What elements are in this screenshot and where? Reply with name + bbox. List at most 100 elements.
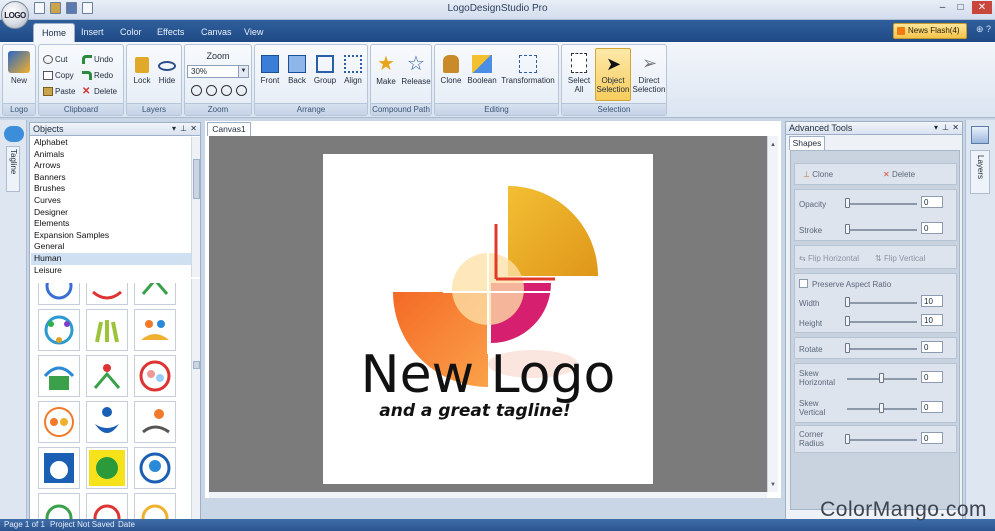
tab-canvas[interactable]: Canvas (193, 23, 240, 42)
tab-view[interactable]: View (236, 23, 271, 42)
human-thumbnail-8[interactable] (86, 355, 128, 397)
maximize-icon[interactable]: □ (953, 1, 968, 14)
stroke-field[interactable]: 0 (921, 222, 943, 234)
close-icon[interactable]: ✕ (972, 1, 992, 14)
scroll-down-icon[interactable]: ▼ (770, 482, 776, 488)
close-icon[interactable]: ✕ (952, 122, 959, 134)
objects-category-list[interactable]: Alphabet Animals Arrows Banners Brushes … (31, 137, 191, 278)
paste-button[interactable]: Paste (43, 85, 75, 98)
clone-shape-button[interactable]: ⊥ Clone (803, 170, 833, 179)
boolean-button[interactable]: Boolean (466, 51, 498, 85)
human-thumbnail-14[interactable] (86, 447, 128, 489)
tab-color[interactable]: Color (112, 23, 150, 42)
help-icon[interactable]: ⊕ ? (976, 24, 991, 35)
rotate-field[interactable]: 0 (921, 341, 943, 353)
human-thumbnail-6[interactable] (134, 309, 176, 351)
human-thumbnail-11[interactable] (86, 401, 128, 443)
logo-artwork[interactable]: New Logo and a great tagline! (323, 154, 653, 484)
list-item[interactable]: Expansion Samples (31, 230, 191, 242)
list-item[interactable]: Animals (31, 149, 191, 161)
save-icon[interactable] (66, 2, 77, 14)
flip-horizontal-button[interactable]: ⇆ Flip Horizontal (799, 254, 859, 263)
list-item[interactable]: Elements (31, 218, 191, 230)
human-thumbnail-18[interactable] (134, 493, 176, 519)
skew-vertical-field[interactable]: 0 (921, 401, 943, 413)
list-item[interactable]: Brushes (31, 183, 191, 195)
corner-radius-field[interactable]: 0 (921, 432, 943, 444)
canvas-vertical-scrollbar[interactable]: ▲ ▼ (767, 136, 778, 492)
redo-button[interactable]: Redo (82, 69, 113, 82)
flip-vertical-button[interactable]: ⇅ Flip Vertical (875, 254, 925, 263)
delete-button[interactable]: ✕ Delete (82, 85, 117, 98)
preserve-aspect-checkbox[interactable] (799, 279, 808, 288)
dropdown-icon[interactable]: ▾ (934, 122, 938, 134)
clone-button[interactable]: Clone (437, 51, 465, 85)
human-thumbnail-12[interactable] (134, 401, 176, 443)
rotate-slider[interactable] (847, 348, 917, 350)
scrollbar-thumb[interactable] (193, 159, 200, 199)
front-button[interactable]: Front (257, 51, 283, 85)
lock-button[interactable]: Lock (130, 51, 154, 85)
width-slider-knob[interactable] (845, 297, 850, 307)
height-slider[interactable] (847, 321, 917, 323)
new-button[interactable]: New (5, 51, 33, 85)
tab-insert[interactable]: Insert (73, 23, 112, 42)
zoom-fit-icon[interactable] (191, 85, 202, 96)
human-thumbnail-3[interactable] (134, 283, 176, 305)
tab-layers[interactable]: Layers (970, 150, 990, 194)
tab-canvas1[interactable]: Canvas1 (207, 122, 251, 136)
open-folder-icon[interactable] (50, 2, 61, 14)
undo-button[interactable]: Undo (82, 53, 113, 66)
print-icon[interactable] (82, 2, 93, 14)
scrollbar-thumb[interactable] (193, 361, 200, 369)
skew-horizontal-field[interactable]: 0 (921, 371, 943, 383)
align-button[interactable]: Align (340, 51, 366, 85)
human-thumbnail-10[interactable] (38, 401, 80, 443)
zoom-out-icon[interactable] (221, 85, 232, 96)
scroll-up-icon[interactable]: ▲ (770, 142, 776, 148)
list-item[interactable]: General (31, 241, 191, 253)
object-selection-button[interactable]: ➤ Object Selection (595, 48, 631, 101)
list-item[interactable]: Designer (31, 207, 191, 219)
minimize-icon[interactable]: – (935, 1, 950, 14)
zoom-select[interactable]: 30% ▼ (187, 65, 249, 78)
canvas-horizontal-scrollbar[interactable] (209, 492, 767, 498)
objects-list-scrollbar[interactable] (191, 137, 200, 277)
back-button[interactable]: Back (284, 51, 310, 85)
skew-vertical-slider-knob[interactable] (879, 403, 884, 413)
tab-shapes[interactable]: Shapes (789, 136, 825, 150)
height-slider-knob[interactable] (845, 316, 850, 326)
hide-button[interactable]: Hide (155, 51, 179, 85)
human-thumbnail-2[interactable] (86, 283, 128, 305)
list-item-selected[interactable]: Human (31, 252, 191, 265)
make-button[interactable]: ★ Make (373, 51, 399, 86)
rotate-slider-knob[interactable] (845, 343, 850, 353)
app-orb-button[interactable]: LOGO (1, 1, 29, 29)
pin-icon[interactable]: ⊥ (942, 122, 949, 134)
list-item[interactable]: Arrows (31, 160, 191, 172)
human-thumbnail-13[interactable] (38, 447, 80, 489)
transformation-button[interactable]: Transformation (499, 51, 557, 85)
new-file-icon[interactable] (34, 2, 45, 14)
group-button[interactable]: Group (311, 51, 339, 85)
pin-icon[interactable]: ⊥ (180, 123, 187, 135)
dropdown-icon[interactable]: ▾ (172, 123, 176, 135)
width-field[interactable]: 10 (921, 295, 943, 307)
list-item[interactable]: Alphabet (31, 137, 191, 149)
logo-page[interactable]: New Logo and a great tagline! (323, 154, 653, 484)
opacity-slider-knob[interactable] (845, 198, 850, 208)
cut-button[interactable]: Cut (43, 53, 67, 66)
zoom-actual-icon[interactable] (236, 85, 247, 96)
opacity-field[interactable]: 0 (921, 196, 943, 208)
list-item[interactable]: Banners (31, 172, 191, 184)
width-slider[interactable] (847, 302, 917, 304)
human-thumbnail-17[interactable] (86, 493, 128, 519)
release-button[interactable]: ☆ Release (400, 51, 432, 86)
logo-tagline-text[interactable]: and a great tagline! (379, 401, 570, 421)
tab-tagline[interactable]: Tagline (6, 146, 20, 192)
zoom-in-icon[interactable] (206, 85, 217, 96)
skew-horizontal-slider-knob[interactable] (879, 373, 884, 383)
list-item[interactable]: Leisure (31, 265, 191, 277)
human-thumbnail-5[interactable] (86, 309, 128, 351)
human-thumbnail-7[interactable] (38, 355, 80, 397)
